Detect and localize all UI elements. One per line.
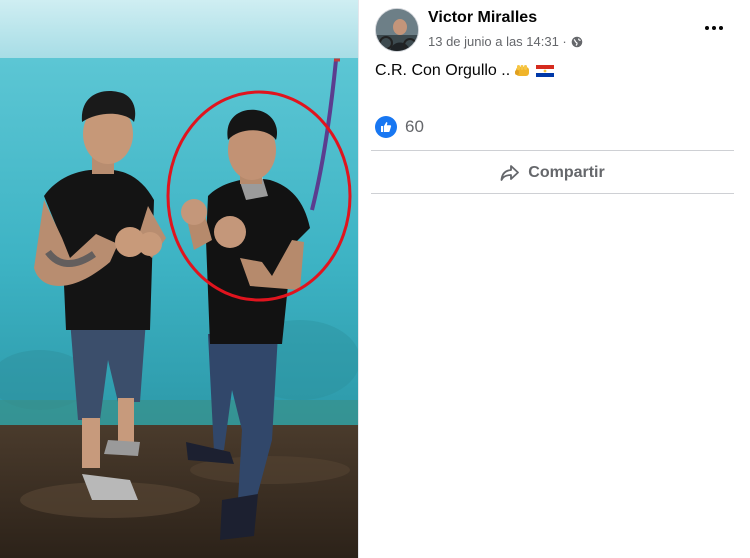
post-panel: Victor Miralles 13 de junio a las 14:31 … [358, 0, 750, 558]
reactions-summary[interactable]: 60 [375, 116, 424, 138]
divider [371, 150, 734, 151]
more-options-icon-dot [705, 26, 709, 30]
like-icon [375, 116, 397, 138]
paraguay-flag-icon [536, 65, 555, 77]
more-options-icon-dot [712, 26, 716, 30]
avatar-image [376, 9, 418, 51]
post-photo[interactable] [0, 0, 358, 558]
boxers-photo [0, 0, 358, 558]
globe-icon [571, 36, 583, 47]
post-caption: C.R. Con Orgullo .. [375, 62, 555, 80]
more-options-button[interactable] [700, 18, 728, 38]
post-timestamp[interactable]: 13 de junio a las 14:31 · [428, 34, 567, 49]
fist-icon [515, 65, 530, 76]
post-caption-text: C.R. Con Orgullo .. [375, 62, 511, 79]
reaction-count: 60 [405, 117, 424, 136]
more-options-icon-dot [719, 26, 723, 30]
share-button-label: Compartir [528, 164, 605, 181]
share-button[interactable]: Compartir [371, 154, 734, 192]
share-arrow-icon [500, 165, 520, 181]
facebook-post-screenshot: Victor Miralles 13 de junio a las 14:31 … [0, 0, 750, 558]
avatar[interactable] [375, 8, 419, 52]
divider [371, 193, 734, 194]
post-meta: 13 de junio a las 14:31 · [428, 34, 583, 49]
post-author-name[interactable]: Victor Miralles [428, 9, 537, 27]
